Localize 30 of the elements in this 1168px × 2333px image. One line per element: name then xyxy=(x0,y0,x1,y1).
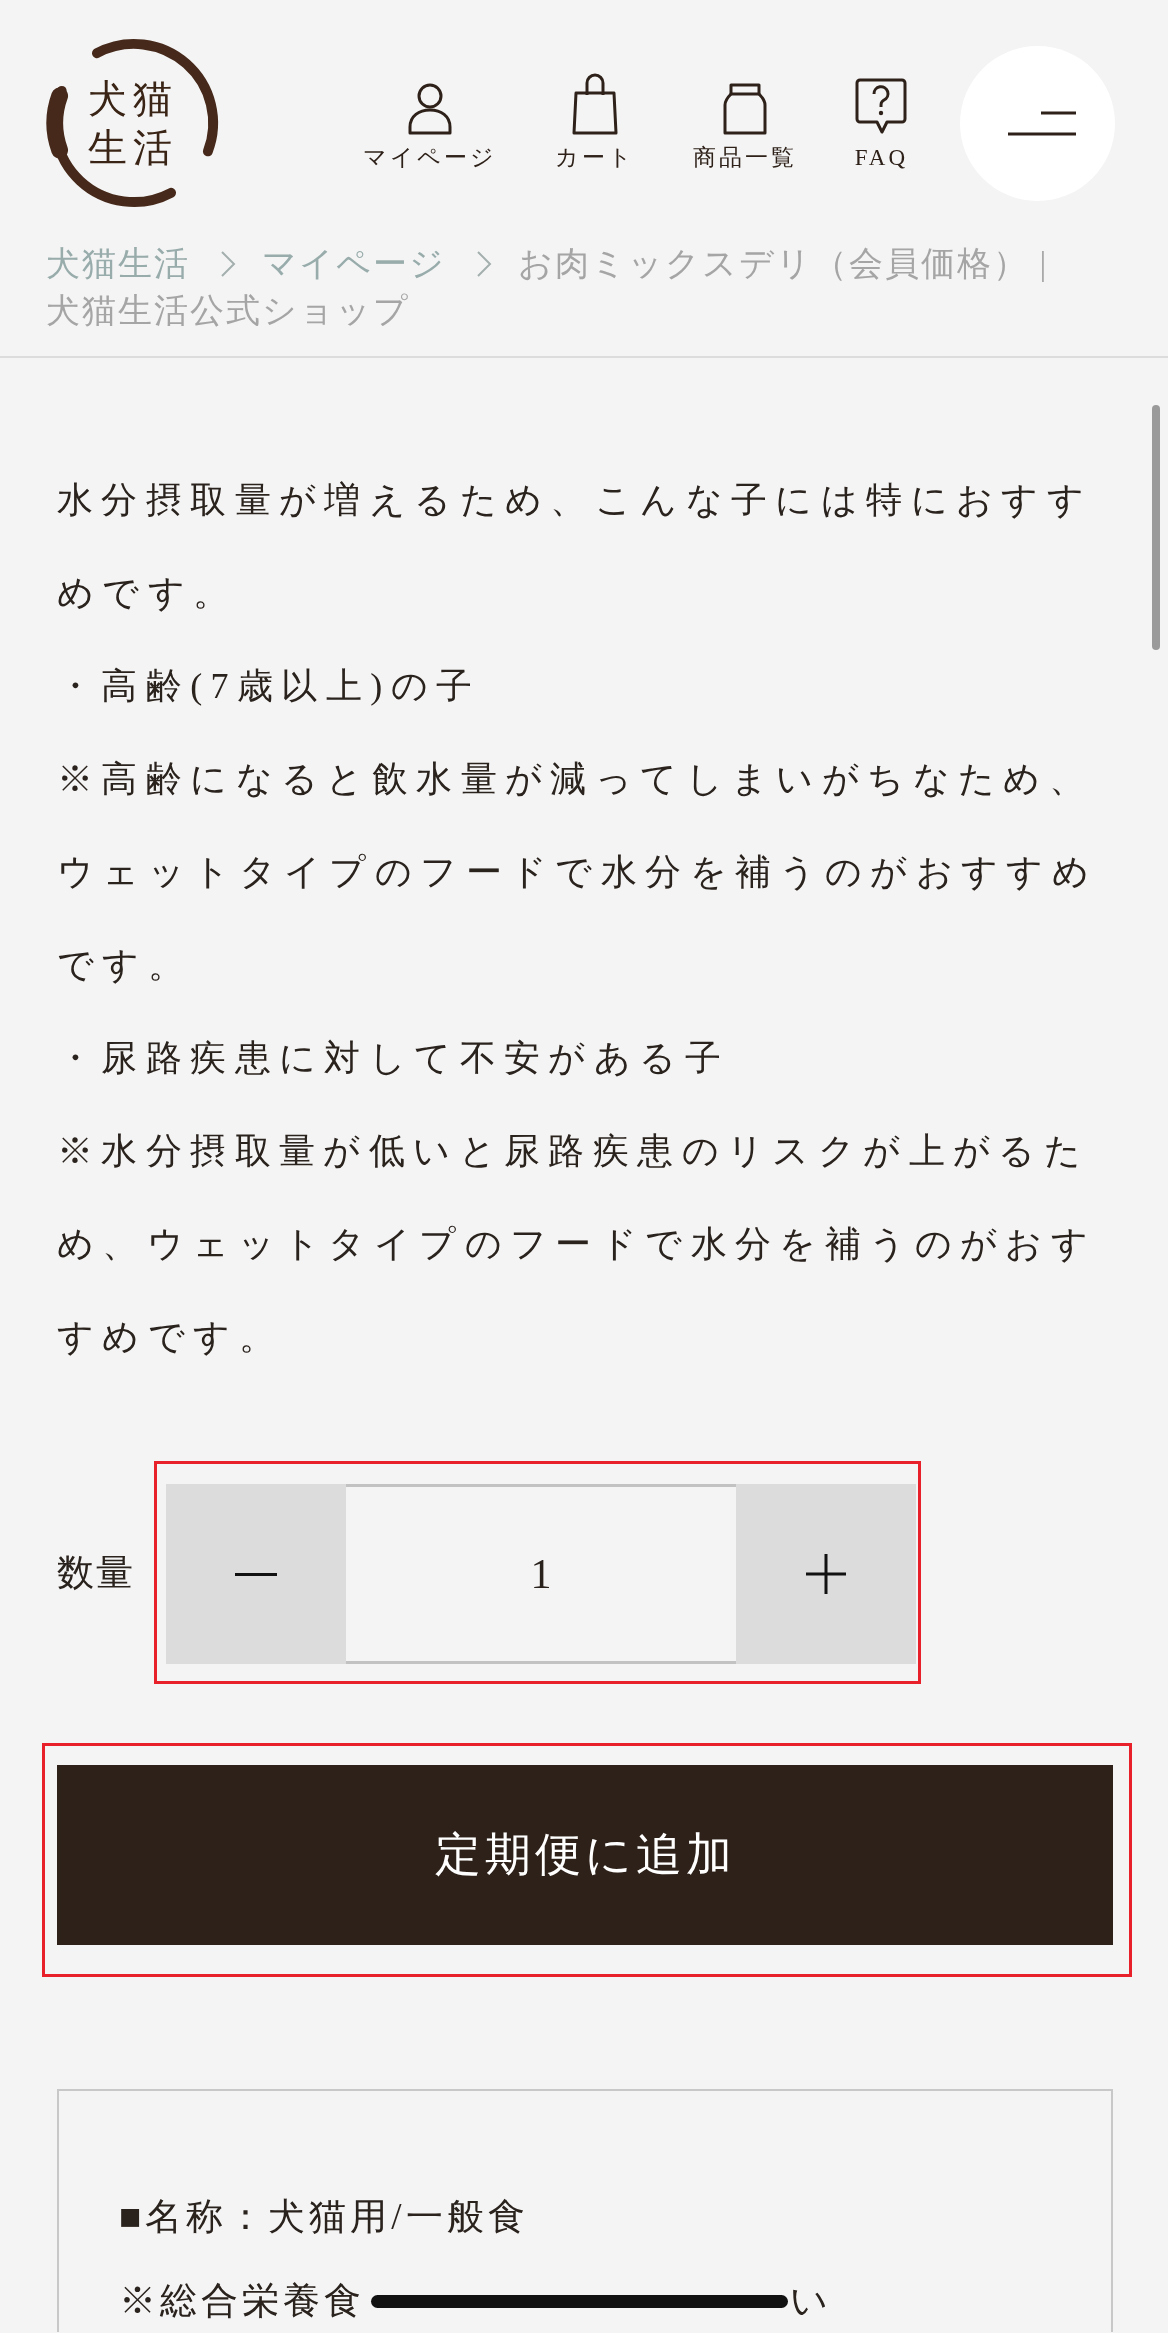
description-text: ・高齢(7歳以上)の子 xyxy=(57,665,482,708)
chevron-right-icon xyxy=(220,249,236,278)
logo-text: 生活 xyxy=(88,125,178,171)
person-icon xyxy=(406,83,453,135)
decrease-button[interactable] xyxy=(166,1484,346,1664)
description-text: 水分摂取量が増えるため、こんな子には特におすすめです。 xyxy=(57,479,1094,615)
spec-text: ※総合栄養食 xyxy=(119,2279,365,2323)
chevron-right-icon xyxy=(476,249,492,278)
minus-icon xyxy=(235,1572,277,1576)
nav-link[interactable]: マイページ xyxy=(362,83,497,173)
description-text: ※高齢になると飲水量が減ってしまいがちなため、ウェットタイプのフードで水分を補うのがおすすめです。 xyxy=(57,758,1099,987)
nav-link[interactable]: FAQ xyxy=(854,77,908,173)
description-text: ・尿路疾患に対して不安がある子 xyxy=(57,1037,730,1080)
nav-link[interactable]: カート xyxy=(554,73,635,173)
scrollbar-thumb[interactable] xyxy=(1152,405,1160,650)
add-to-subscription-button[interactable]: 定期便に追加 xyxy=(57,1765,1113,1945)
quantity-label: 数量 xyxy=(57,1550,135,1595)
help-icon xyxy=(855,77,908,135)
menu-icon xyxy=(1006,110,1077,136)
package-icon xyxy=(721,83,768,135)
breadcrumb-current: 犬猫生活公式ショップ xyxy=(46,291,410,331)
spec-text: ■名称：犬猫用/一般食 xyxy=(119,2195,529,2239)
spec-text: い xyxy=(790,2279,832,2323)
nav-link[interactable]: 商品一覧 xyxy=(692,83,797,173)
breadcrumb-current: お肉ミックスデリ（会員価格） | xyxy=(518,244,1049,284)
description-text: ※水分摂取量が低いと尿路疾患のリスクが上がるため、ウェットタイプのフードで水分を補うのがおすすめです。 xyxy=(57,1130,1098,1359)
plus-icon xyxy=(806,1554,846,1594)
logo-text: 犬猫 xyxy=(88,76,178,122)
shopping-bag-icon xyxy=(570,73,619,135)
increase-button[interactable] xyxy=(736,1484,916,1664)
